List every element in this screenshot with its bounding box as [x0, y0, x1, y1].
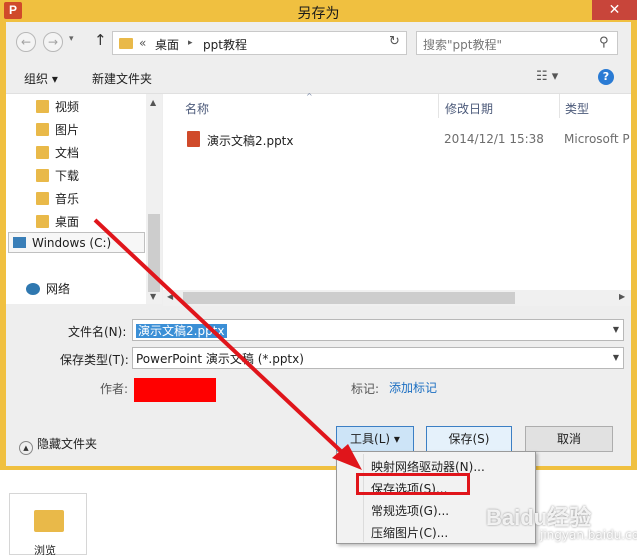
search-box[interactable]: 搜索"ppt教程" ⚲: [416, 31, 618, 55]
tags-label: 标记:: [351, 382, 380, 396]
column-header-type[interactable]: 类型: [565, 100, 589, 117]
desktop-folder-icon: [36, 215, 49, 228]
back-button[interactable]: ←: [16, 32, 36, 52]
sidebar-item-downloads[interactable]: 下载: [36, 167, 79, 184]
filename-field[interactable]: 演示文稿2.pptx ▼: [132, 319, 624, 341]
music-folder-icon: [36, 192, 49, 205]
tools-caret-icon: ▾: [393, 432, 400, 446]
network-icon: [26, 283, 40, 295]
search-icon[interactable]: ⚲: [599, 35, 609, 50]
hide-folders-toggle[interactable]: ▲ 隐藏文件夹: [19, 435, 97, 455]
drive-icon: [13, 237, 26, 248]
sidebar-item-drive-c[interactable]: Windows (C:): [8, 232, 145, 253]
folder-icon: [119, 38, 133, 49]
dialog-title: 另存为: [297, 6, 340, 22]
downloads-folder-icon: [36, 169, 49, 182]
file-type: Microsoft P: [564, 132, 630, 146]
scroll-up-icon[interactable]: ▲: [150, 98, 156, 107]
file-modified-date: 2014/12/1 15:38: [444, 132, 544, 146]
breadcrumb-separator[interactable]: ▸: [188, 38, 193, 48]
sidebar-item-pictures[interactable]: 图片: [36, 121, 79, 138]
scroll-left-icon[interactable]: ◀: [167, 292, 173, 301]
sidebar-item-documents[interactable]: 文档: [36, 144, 79, 161]
menu-gutter: [363, 454, 364, 542]
folder-icon: [34, 510, 64, 532]
scrollbar-thumb[interactable]: [183, 292, 515, 304]
author-redacted-field[interactable]: [134, 378, 216, 402]
menu-item-compress-pictures[interactable]: 压缩图片(C)...: [371, 524, 448, 541]
address-bar[interactable]: « 桌面 ▸ ppt教程 ↻: [112, 31, 407, 55]
cancel-button[interactable]: 取消: [525, 426, 613, 452]
refresh-icon[interactable]: ↻: [389, 34, 400, 49]
sidebar-item-label: 网络: [46, 282, 71, 296]
baidu-watermark-url: jingyan.baidu.com: [540, 528, 637, 542]
save-button[interactable]: 保存(S): [426, 426, 512, 452]
title-bar[interactable]: P 另存为 ✕: [0, 0, 637, 22]
sidebar-item-label: 图片: [55, 123, 80, 137]
sidebar-item-videos[interactable]: 视频: [36, 98, 79, 115]
column-header-name[interactable]: 名称: [185, 100, 209, 117]
command-toolbar: 组织 ▾ 新建文件夹 ☷ ▾ ?: [6, 62, 631, 94]
sidebar-item-desktop[interactable]: 桌面: [36, 213, 79, 230]
filename-label: 文件名(N):: [68, 325, 127, 339]
video-folder-icon: [36, 100, 49, 113]
browse-tile[interactable]: 浏览: [9, 493, 87, 555]
forward-button[interactable]: →: [43, 32, 63, 52]
tools-button[interactable]: 工具(L) ▾: [336, 426, 414, 452]
add-tags-link[interactable]: 添加标记: [389, 379, 437, 396]
file-name: 演示文稿2.pptx: [207, 134, 294, 148]
new-folder-button[interactable]: 新建文件夹: [92, 70, 152, 87]
chevron-up-icon: ▲: [19, 441, 33, 455]
breadcrumb-overflow[interactable]: «: [139, 36, 146, 50]
sidebar-item-label: 下载: [55, 169, 80, 183]
file-list: 名称 ^ 修改日期 类型 演示文稿2.pptx 2014/12/1 15:38 …: [163, 92, 631, 304]
breadcrumb-desktop[interactable]: 桌面: [155, 36, 179, 53]
sidebar-item-label: 文档: [55, 146, 80, 160]
tools-label: 工具(L): [350, 432, 391, 446]
recent-locations-dropdown[interactable]: ▾: [69, 34, 74, 44]
sidebar-item-network[interactable]: 网络: [26, 280, 70, 297]
hide-folders-label: 隐藏文件夹: [37, 437, 98, 451]
dialog-client-area: ← → ▾ ↑ « 桌面 ▸ ppt教程 ↻ 搜索"ppt教程" ⚲ 组织 ▾ …: [6, 22, 631, 466]
sidebar-item-label: Windows (C:): [32, 236, 112, 250]
close-button[interactable]: ✕: [592, 0, 637, 20]
scroll-down-icon[interactable]: ▼: [150, 292, 156, 301]
navigation-pane: 视频 图片 文档 下载 音乐 桌面 Windows (C:) 网络: [6, 94, 162, 304]
breadcrumb-ppt-tutorial[interactable]: ppt教程: [203, 36, 247, 53]
organize-button[interactable]: 组织 ▾: [24, 70, 58, 87]
sidebar-item-label: 音乐: [55, 192, 80, 206]
column-divider[interactable]: [559, 94, 560, 118]
sort-ascending-icon: ^: [306, 92, 313, 101]
scroll-right-icon[interactable]: ▶: [619, 292, 625, 301]
filetype-select[interactable]: PowerPoint 演示文稿 (*.pptx) ▼: [132, 347, 624, 369]
search-input[interactable]: 搜索"ppt教程": [423, 36, 502, 53]
picture-folder-icon: [36, 123, 49, 136]
sidebar-item-label: 桌面: [55, 215, 80, 229]
author-label: 作者:: [100, 382, 129, 396]
file-list-horizontal-scrollbar[interactable]: ◀ ▶: [163, 290, 631, 306]
menu-item-general-options[interactable]: 常规选项(G)...: [371, 502, 449, 519]
browse-label: 浏览: [34, 544, 56, 555]
navigation-pane-scrollbar[interactable]: ▲ ▼: [146, 94, 162, 304]
column-divider[interactable]: [438, 94, 439, 118]
pptx-file-icon: [187, 131, 200, 147]
annotation-highlight-box: [356, 473, 470, 495]
filetype-label: 保存类型(T):: [60, 353, 129, 367]
help-icon[interactable]: ?: [598, 69, 614, 85]
up-folder-button[interactable]: ↑: [94, 31, 107, 49]
table-row[interactable]: 演示文稿2.pptx 2014/12/1 15:38 Microsoft P: [163, 128, 631, 150]
view-options-icon[interactable]: ☷ ▾: [536, 69, 558, 84]
documents-folder-icon: [36, 146, 49, 159]
column-header-modified[interactable]: 修改日期: [445, 100, 493, 117]
filename-selection: 演示文稿2.pptx: [136, 324, 227, 338]
chevron-down-icon[interactable]: ▼: [613, 353, 619, 362]
sidebar-item-music[interactable]: 音乐: [36, 190, 79, 207]
filetype-value: PowerPoint 演示文稿 (*.pptx): [136, 352, 304, 366]
filename-value: 演示文稿2.pptx: [136, 322, 227, 339]
scrollbar-thumb[interactable]: [148, 214, 160, 292]
chevron-down-icon[interactable]: ▼: [613, 325, 619, 334]
save-as-dialog: P 另存为 ✕ ← → ▾ ↑ « 桌面 ▸ ppt教程 ↻ 搜索"ppt教程"…: [0, 0, 637, 470]
sidebar-item-label: 视频: [55, 100, 80, 114]
